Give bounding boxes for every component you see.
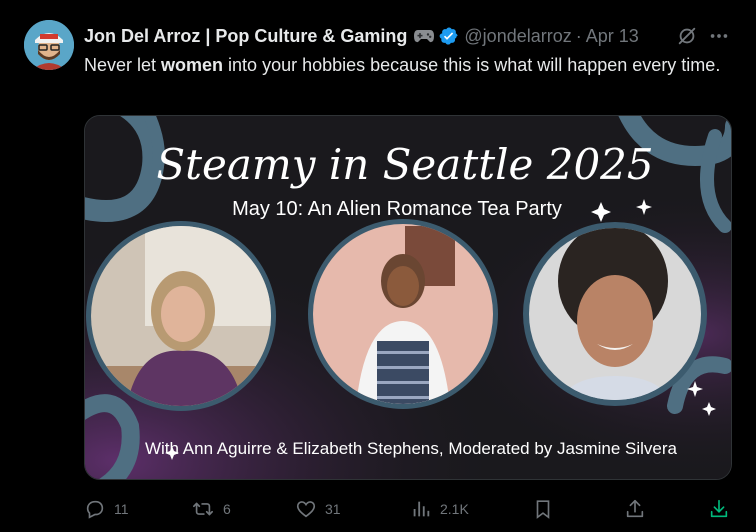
tweet-date[interactable]: Apr 13: [586, 26, 639, 47]
tweet-text-after: into your hobbies because this is what w…: [223, 55, 721, 75]
share-button[interactable]: [624, 496, 646, 522]
retweet-button[interactable]: 6: [191, 496, 231, 522]
avatar-cartoon-icon: [24, 20, 74, 70]
banner-title: Steamy in Seattle 2025: [156, 140, 653, 189]
tweet-text: Never let women into your hobbies becaus…: [84, 53, 734, 77]
banner-caption: With Ann Aguirre & Elizabeth Stephens, M…: [145, 439, 678, 458]
reply-button[interactable]: 11: [84, 496, 129, 522]
download-icon: [710, 499, 728, 518]
views-count: 2.1K: [440, 501, 469, 517]
share-icon: [626, 499, 644, 518]
more-options-icon[interactable]: [708, 25, 730, 52]
tweet-actions: 11 6 31 2.1K: [84, 496, 734, 522]
bookmark-button[interactable]: [532, 496, 554, 522]
heart-icon: [296, 501, 316, 518]
event-banner: Steamy in Seattle 2025 May 10: An Alien …: [85, 116, 731, 479]
verified-badge-icon[interactable]: [439, 26, 459, 46]
like-count: 31: [325, 501, 341, 517]
gamepad-emoji-icon: [413, 28, 435, 44]
bookmark-icon: [536, 500, 550, 519]
tweet[interactable]: Jon Del Arroz | Pop Culture & Gaming @jo…: [0, 0, 756, 532]
author-handle[interactable]: @jondelarroz: [464, 26, 571, 47]
views-button[interactable]: 2.1K: [410, 496, 469, 522]
retweet-icon: [193, 502, 213, 516]
like-button[interactable]: 31: [295, 496, 341, 522]
reply-icon: [86, 500, 104, 519]
separator-dot: ·: [575, 25, 582, 46]
views-chart-icon: [413, 501, 430, 517]
author-avatar[interactable]: [24, 20, 74, 70]
tweet-text-before: Never let: [84, 55, 162, 75]
banner-subtitle: May 10: An Alien Romance Tea Party: [232, 198, 562, 220]
retweet-count: 6: [223, 501, 231, 517]
grok-icon[interactable]: [676, 25, 698, 52]
tweet-text-bold: women: [161, 55, 224, 75]
download-button[interactable]: [708, 496, 730, 522]
tweet-media-image[interactable]: Steamy in Seattle 2025 May 10: An Alien …: [84, 115, 732, 480]
reply-count: 11: [114, 501, 129, 517]
author-display-name[interactable]: Jon Del Arroz | Pop Culture & Gaming: [84, 26, 407, 47]
tweet-header: Jon Del Arroz | Pop Culture & Gaming @jo…: [84, 24, 639, 48]
